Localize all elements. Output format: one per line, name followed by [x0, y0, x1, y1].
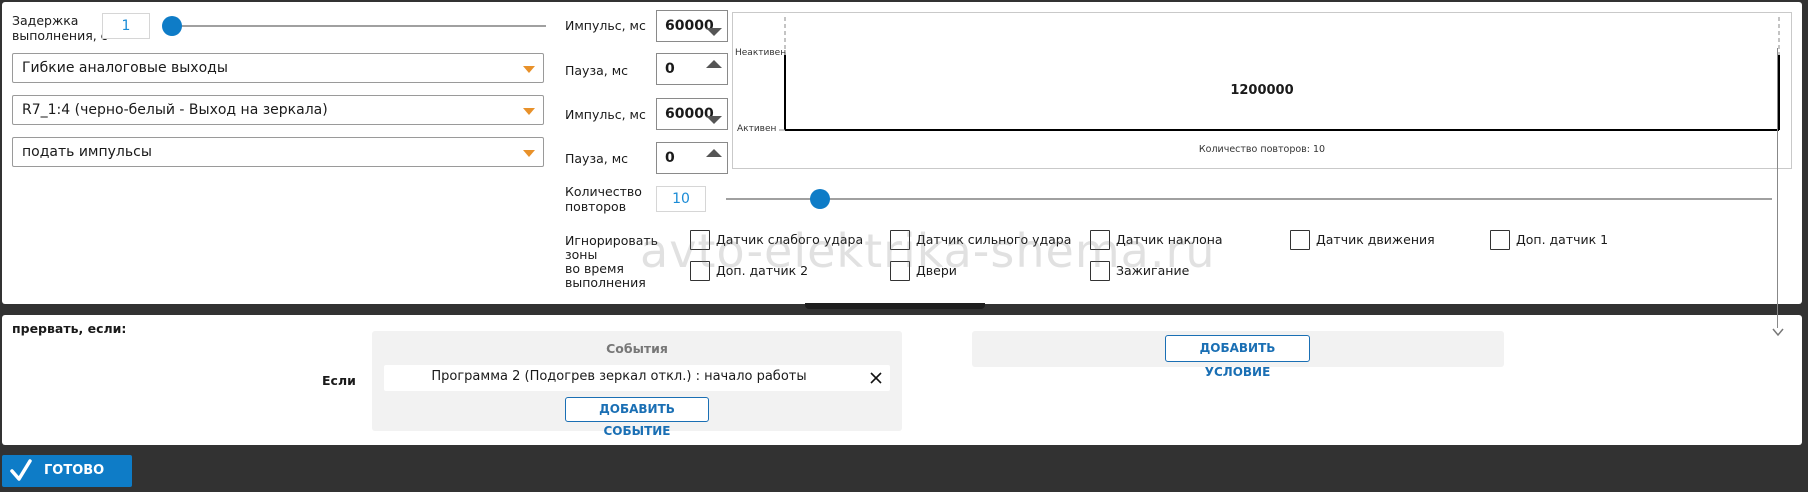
pulse-2-label: Импульс, мс — [565, 107, 646, 122]
sensor-strong-shock-label: Датчик сильного удара — [916, 232, 1072, 247]
graph-inactive-label: Неактивен — [735, 48, 787, 58]
spin-down-icon[interactable] — [706, 116, 722, 124]
delay-slider-knob[interactable] — [162, 16, 182, 36]
delay-label: Задержка выполнения, с — [12, 13, 108, 43]
graph-repeats-caption: Количество повторов: 10 — [1198, 144, 1326, 155]
output-channel-select[interactable]: R7_1:4 (черно-белый - Выход на зеркала) — [12, 95, 544, 125]
chevron-down-icon — [523, 66, 535, 73]
sensor-extra-2-label: Доп. датчик 2 — [716, 263, 809, 278]
sensor-doors-label: Двери — [916, 263, 957, 278]
pause-2-input[interactable]: 0 — [656, 142, 728, 174]
pause-1-label: Пауза, мс — [565, 63, 629, 78]
delay-label-line2: выполнения, с — [12, 28, 108, 43]
action-value: подать импульсы — [22, 144, 152, 160]
events-header: События — [606, 341, 668, 356]
repeats-label-line2: повторов — [565, 199, 627, 214]
chevron-down-icon — [523, 150, 535, 157]
done-button-label: ГОТОВО — [44, 463, 105, 478]
pause-2-value: 0 — [665, 150, 675, 166]
graph-total-duration: 1200000 — [1230, 83, 1294, 98]
output-type-value: Гибкие аналоговые выходы — [22, 60, 228, 76]
pulse-2-input[interactable]: 60000 — [656, 98, 728, 130]
ignore-label-line3: выполнения — [565, 275, 646, 290]
if-label: Если — [322, 373, 356, 388]
repeats-input[interactable]: 10 — [656, 186, 706, 212]
conditions-box: ДОБАВИТЬ УСЛОВИЕ — [972, 331, 1504, 379]
add-condition-button[interactable]: ДОБАВИТЬ УСЛОВИЕ — [1165, 335, 1310, 379]
close-icon[interactable] — [870, 372, 882, 384]
pause-2-label: Пауза, мс — [565, 151, 629, 166]
sensor-tilt-checkbox[interactable] — [1090, 230, 1110, 250]
interrupt-conditions-panel — [2, 315, 1802, 445]
chevron-down-icon[interactable] — [1771, 325, 1785, 339]
event-text: Программа 2 (Подогрев зеркал откл.) : на… — [431, 369, 807, 384]
repeats-label-line1: Количество — [565, 184, 642, 199]
pause-1-input[interactable]: 0 — [656, 53, 728, 85]
sensor-motion-checkbox[interactable] — [1290, 230, 1310, 250]
delay-label-line1: Задержка — [12, 13, 79, 28]
chevron-down-icon — [523, 108, 535, 115]
pulse-1-input[interactable]: 60000 — [656, 10, 728, 42]
spin-up-icon[interactable] — [706, 60, 722, 68]
done-button[interactable]: ГОТОВО — [2, 455, 132, 487]
repeats-slider-knob[interactable] — [810, 189, 831, 209]
sensor-weak-shock-checkbox[interactable] — [690, 230, 710, 250]
ignore-label-line1: Игнорировать зоны — [565, 233, 659, 262]
checkmark-icon — [10, 459, 32, 481]
sensor-tilt-label: Датчик наклона — [1116, 232, 1223, 247]
sensor-weak-shock-label: Датчик слабого удара — [716, 232, 864, 247]
output-type-select[interactable]: Гибкие аналоговые выходы — [12, 53, 544, 83]
sensor-motion-label: Датчик движения — [1316, 232, 1435, 247]
delay-input[interactable]: 1 — [102, 13, 150, 39]
repeats-slider-track[interactable] — [726, 198, 1772, 200]
output-channel-value: R7_1:4 (черно-белый - Выход на зеркала) — [22, 102, 328, 118]
spin-up-icon[interactable] — [706, 149, 722, 157]
interrupt-title: прервать, если: — [12, 321, 127, 336]
delay-slider-track[interactable] — [170, 25, 546, 27]
sensor-extra-1-checkbox[interactable] — [1490, 230, 1510, 250]
sensor-doors-checkbox[interactable] — [890, 261, 910, 281]
spin-down-icon[interactable] — [706, 28, 722, 36]
sensor-extra-2-checkbox[interactable] — [690, 261, 710, 281]
sensor-ignition-checkbox[interactable] — [1090, 261, 1110, 281]
repeats-label: Количество повторов — [565, 184, 655, 214]
ignore-zones-label: Игнорировать зоны во время выполнения — [565, 234, 675, 290]
sensor-extra-1-label: Доп. датчик 1 — [1516, 232, 1609, 247]
sensor-strong-shock-checkbox[interactable] — [890, 230, 910, 250]
event-item: Программа 2 (Подогрев зеркал откл.) : на… — [384, 365, 890, 391]
action-select[interactable]: подать импульсы — [12, 137, 544, 167]
events-box: События Программа 2 (Подогрев зеркал отк… — [372, 331, 902, 438]
sensor-ignition-label: Зажигание — [1116, 263, 1190, 278]
graph-active-label: Активен — [737, 124, 777, 134]
pulse-1-label: Импульс, мс — [565, 18, 646, 33]
page-scrollbar-track[interactable] — [1777, 48, 1778, 328]
panel-scroll-tab — [805, 303, 985, 309]
add-event-button[interactable]: ДОБАВИТЬ СОБЫТИЕ — [565, 397, 709, 438]
pulse-graph: Неактивен Активен 1200000 Количество пов… — [732, 12, 1792, 169]
ignore-label-line2: во время — [565, 261, 624, 276]
pause-1-value: 0 — [665, 61, 675, 77]
